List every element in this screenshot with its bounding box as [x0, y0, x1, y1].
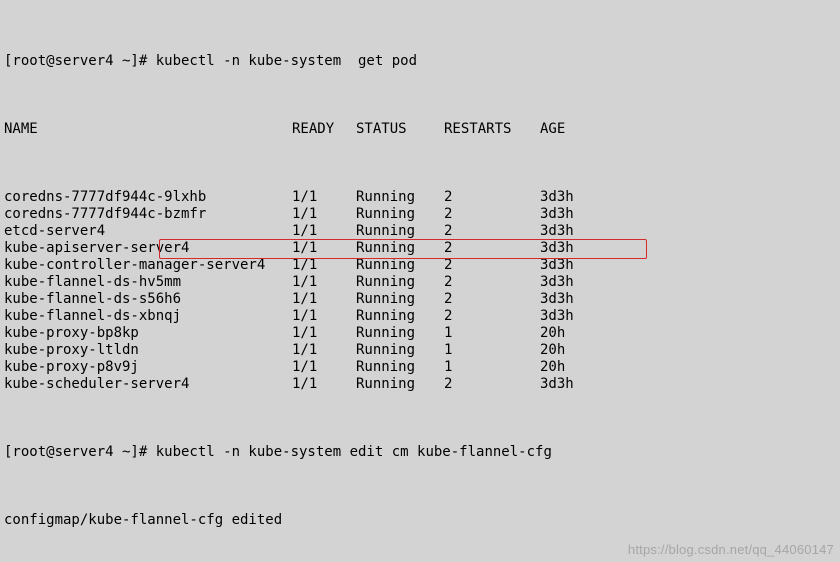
- pod-status: Running: [356, 189, 444, 206]
- header-restarts: RESTARTS: [444, 121, 540, 138]
- pod-ready: 1/1: [292, 359, 356, 376]
- pod-age: 20h: [540, 325, 565, 342]
- pod-age: 3d3h: [540, 376, 574, 393]
- pod-restarts: 1: [444, 342, 540, 359]
- shell-prompt: [root@server4 ~]#: [4, 444, 156, 460]
- pod-list-1: coredns-7777df944c-9lxhb1/1Running23d3hc…: [4, 189, 836, 393]
- pod-name: kube-flannel-ds-s56h6: [4, 291, 292, 308]
- table-row: kube-apiserver-server41/1Running23d3h: [4, 240, 836, 257]
- pod-restarts: 2: [444, 291, 540, 308]
- pod-restarts: 1: [444, 325, 540, 342]
- pod-status: Running: [356, 240, 444, 257]
- pod-name: kube-proxy-bp8kp: [4, 325, 292, 342]
- command-text: kubectl -n kube-system get pod: [156, 53, 417, 69]
- table-row: kube-scheduler-server41/1Running23d3h: [4, 376, 836, 393]
- pod-age: 3d3h: [540, 308, 574, 325]
- command-line: [root@server4 ~]# kubectl -n kube-system…: [4, 444, 836, 461]
- table-row: kube-flannel-ds-s56h61/1Running23d3h: [4, 291, 836, 308]
- pod-name: coredns-7777df944c-bzmfr: [4, 206, 292, 223]
- pod-name: kube-apiserver-server4: [4, 240, 292, 257]
- pod-age: 3d3h: [540, 274, 574, 291]
- header-age: AGE: [540, 121, 565, 138]
- pod-ready: 1/1: [292, 291, 356, 308]
- table-row: coredns-7777df944c-9lxhb1/1Running23d3h: [4, 189, 836, 206]
- pod-restarts: 2: [444, 206, 540, 223]
- pod-status: Running: [356, 257, 444, 274]
- pod-ready: 1/1: [292, 189, 356, 206]
- header-ready: READY: [292, 121, 356, 138]
- pod-ready: 1/1: [292, 376, 356, 393]
- pod-status: Running: [356, 206, 444, 223]
- table-row: kube-proxy-bp8kp1/1Running120h: [4, 325, 836, 342]
- pod-ready: 1/1: [292, 240, 356, 257]
- pod-ready: 1/1: [292, 257, 356, 274]
- pod-status: Running: [356, 325, 444, 342]
- pod-ready: 1/1: [292, 325, 356, 342]
- pod-restarts: 2: [444, 274, 540, 291]
- header-status: STATUS: [356, 121, 444, 138]
- pod-restarts: 1: [444, 359, 540, 376]
- pod-name: kube-controller-manager-server4: [4, 257, 292, 274]
- pod-age: 3d3h: [540, 240, 574, 257]
- watermark: https://blog.csdn.net/qq_44060147: [628, 541, 834, 558]
- pod-age: 3d3h: [540, 257, 574, 274]
- pod-name: kube-proxy-p8v9j: [4, 359, 292, 376]
- table-row: kube-proxy-ltldn1/1Running120h: [4, 342, 836, 359]
- terminal[interactable]: [root@server4 ~]# kubectl -n kube-system…: [0, 0, 840, 562]
- shell-prompt: [root@server4 ~]#: [4, 53, 156, 69]
- pod-restarts: 2: [444, 308, 540, 325]
- header-name: NAME: [4, 121, 292, 138]
- table-row: coredns-7777df944c-bzmfr1/1Running23d3h: [4, 206, 836, 223]
- pod-status: Running: [356, 342, 444, 359]
- pod-age: 3d3h: [540, 206, 574, 223]
- table-row: kube-flannel-ds-hv5mm1/1Running23d3h: [4, 274, 836, 291]
- pod-age: 20h: [540, 342, 565, 359]
- pod-status: Running: [356, 359, 444, 376]
- pod-status: Running: [356, 274, 444, 291]
- command-line: [root@server4 ~]# kubectl -n kube-system…: [4, 53, 836, 70]
- table-row: kube-proxy-p8v9j1/1Running120h: [4, 359, 836, 376]
- pod-name: kube-flannel-ds-xbnqj: [4, 308, 292, 325]
- pod-name: kube-flannel-ds-hv5mm: [4, 274, 292, 291]
- pod-restarts: 2: [444, 376, 540, 393]
- edit-result: configmap/kube-flannel-cfg edited: [4, 512, 836, 529]
- pod-name: etcd-server4: [4, 223, 292, 240]
- pod-status: Running: [356, 223, 444, 240]
- pod-age: 3d3h: [540, 291, 574, 308]
- pod-restarts: 2: [444, 257, 540, 274]
- pod-status: Running: [356, 308, 444, 325]
- pod-age: 20h: [540, 359, 565, 376]
- command-text: kubectl -n kube-system edit cm kube-flan…: [156, 444, 552, 460]
- pod-restarts: 2: [444, 189, 540, 206]
- pod-ready: 1/1: [292, 342, 356, 359]
- pod-name: kube-scheduler-server4: [4, 376, 292, 393]
- pod-ready: 1/1: [292, 223, 356, 240]
- pod-name: kube-proxy-ltldn: [4, 342, 292, 359]
- table-header: NAMEREADYSTATUSRESTARTSAGE: [4, 121, 836, 138]
- pod-name: coredns-7777df944c-9lxhb: [4, 189, 292, 206]
- pod-restarts: 2: [444, 240, 540, 257]
- table-row: kube-controller-manager-server41/1Runnin…: [4, 257, 836, 274]
- table-row: etcd-server41/1Running23d3h: [4, 223, 836, 240]
- pod-ready: 1/1: [292, 274, 356, 291]
- pod-ready: 1/1: [292, 308, 356, 325]
- pod-age: 3d3h: [540, 189, 574, 206]
- pod-restarts: 2: [444, 223, 540, 240]
- table-row: kube-flannel-ds-xbnqj1/1Running23d3h: [4, 308, 836, 325]
- pod-status: Running: [356, 376, 444, 393]
- pod-age: 3d3h: [540, 223, 574, 240]
- pod-status: Running: [356, 291, 444, 308]
- pod-ready: 1/1: [292, 206, 356, 223]
